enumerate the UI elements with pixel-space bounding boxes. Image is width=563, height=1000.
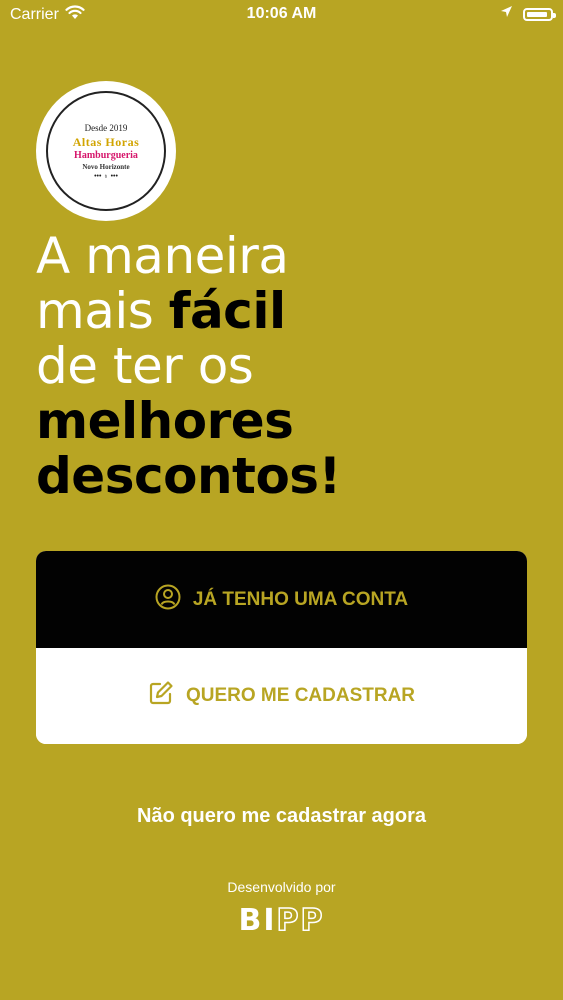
user-circle-icon <box>155 584 181 616</box>
headline: A maneira mais fácil de ter os melhores … <box>36 229 536 504</box>
store-logo-badge: Desde 2019 Altas Horas Hamburgueria Novo… <box>46 91 166 211</box>
skip-signup-link[interactable]: Não quero me cadastrar agora <box>0 805 563 828</box>
logo-subtitle: Hamburgueria <box>74 149 138 161</box>
headline-line-5: descontos! <box>36 447 341 505</box>
store-logo: Desde 2019 Altas Horas Hamburgueria Novo… <box>36 81 176 221</box>
logo-since-label: Desde 2019 <box>84 122 128 133</box>
headline-line-4: melhores <box>36 392 294 450</box>
action-card: JÁ TENHO UMA CONTA QUERO ME CADASTRAR <box>36 551 527 744</box>
logo-name: Altas Horas <box>72 134 140 149</box>
headline-line-2: mais fácil <box>36 284 536 339</box>
battery-icon <box>523 7 556 21</box>
battery-fill <box>527 11 547 17</box>
logo-decoration: ••• ♁ ••• <box>94 172 118 180</box>
edit-icon <box>148 680 174 712</box>
headline-line-3: de ter os <box>36 337 254 395</box>
bipp-logo: BIPP <box>0 902 563 939</box>
login-button-label: JÁ TENHO UMA CONTA <box>192 588 409 610</box>
signup-button-label: QUERO ME CADASTRAR <box>185 685 416 706</box>
location-arrow-icon <box>500 5 513 23</box>
headline-line-1: A maneira <box>36 227 289 285</box>
bipp-logo-outline: PP <box>276 902 325 939</box>
status-time: 10:06 AM <box>246 5 317 22</box>
logo-city: Novo Horizonte <box>82 162 130 171</box>
status-bar: Carrier 10:06 AM <box>0 0 563 30</box>
signup-button[interactable]: QUERO ME CADASTRAR <box>36 648 527 744</box>
login-button[interactable]: JÁ TENHO UMA CONTA <box>36 551 527 648</box>
headline-line-2-regular: mais <box>36 282 169 340</box>
headline-line-2-bold: fácil <box>168 282 286 340</box>
bipp-logo-solid: BI <box>238 903 277 938</box>
developed-by-label: Desenvolvido por <box>227 879 336 895</box>
status-right <box>500 5 556 23</box>
